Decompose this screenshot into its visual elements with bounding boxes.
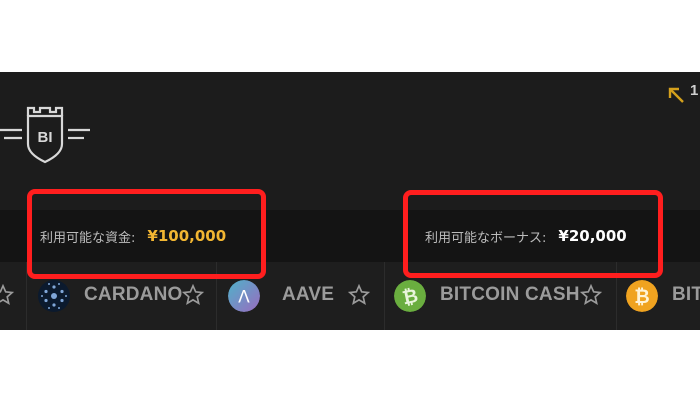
coin-name: BITCOIN CASH xyxy=(440,284,580,305)
arrow-up-left-icon[interactable] xyxy=(667,86,685,104)
bitcoin-icon-glyph: ₿ xyxy=(634,286,649,308)
cardano-icon xyxy=(38,280,70,312)
star-icon[interactable] xyxy=(182,284,204,306)
star-icon[interactable] xyxy=(580,284,602,306)
highlight-box-funds xyxy=(27,189,266,279)
castle-bi-logo[interactable]: BI xyxy=(0,102,90,164)
aave-icon: Λ xyxy=(228,280,260,312)
star-icon[interactable] xyxy=(348,284,370,306)
bitcoin-cash-icon: ₿ xyxy=(394,280,426,312)
star-icon[interactable] xyxy=(0,284,14,306)
coin-name: CARDANO xyxy=(84,284,183,305)
bitcoin-icon: ₿ xyxy=(626,280,658,312)
highlight-box-bonus xyxy=(403,190,663,278)
coin-name: AAVE xyxy=(282,284,335,305)
coin-name: BIT xyxy=(672,284,700,305)
aave-icon-glyph: Λ xyxy=(238,288,250,308)
logo-text: BI xyxy=(38,129,53,146)
corner-label: 1 xyxy=(690,82,699,99)
